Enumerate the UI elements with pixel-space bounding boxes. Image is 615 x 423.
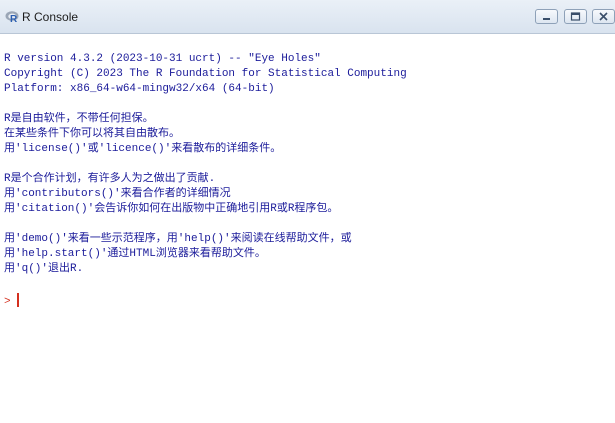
console-output: R version 4.3.2 (2023-10-31 ucrt) -- "Ey…: [4, 52, 609, 277]
banner-copyright-line: Copyright (C) 2023 The R Foundation for …: [4, 68, 407, 80]
maximize-icon: [570, 12, 581, 21]
r-logo-icon: R: [5, 11, 19, 24]
banner-version-line: R version 4.3.2 (2023-10-31 ucrt) -- "Ey…: [4, 53, 321, 65]
help-line: 用'demo()'来看一些示范程序，用'help()'来阅读在线帮助文件，或: [4, 233, 352, 245]
help-line: 用'q()'退出R.: [4, 263, 84, 275]
banner-platform-line: Platform: x86_64-w64-mingw32/x64 (64-bit…: [4, 83, 275, 95]
prompt-symbol: >: [4, 296, 11, 308]
title-bar[interactable]: R R Console: [0, 0, 615, 34]
close-icon: [599, 12, 608, 21]
r-console-window: R R Console R version 4.3.2 (2023-10-31 …: [0, 0, 615, 423]
svg-text:R: R: [10, 14, 18, 24]
license-line: 在某些条件下你可以将其自由散布。: [4, 128, 180, 140]
text-cursor: [16, 293, 19, 307]
contrib-line: R是个合作计划，有许多人为之做出了贡献.: [4, 173, 216, 185]
window-title: R Console: [22, 10, 79, 24]
contrib-line: 用'contributors()'来看合作者的详细情况: [4, 188, 231, 200]
minimize-icon: [543, 18, 550, 20]
contrib-line: 用'citation()'会告诉你如何在出版物中正确地引用R或R程序包。: [4, 203, 339, 215]
command-prompt[interactable]: >: [4, 293, 19, 310]
help-line: 用'help.start()'通过HTML浏览器来看帮助文件。: [4, 248, 266, 260]
close-button[interactable]: [592, 9, 615, 24]
license-line: R是自由软件，不带任何担保。: [4, 113, 154, 125]
minimize-button[interactable]: [535, 9, 558, 24]
maximize-button[interactable]: [564, 9, 587, 24]
console-area[interactable]: R version 4.3.2 (2023-10-31 ucrt) -- "Ey…: [0, 34, 615, 423]
license-line: 用'license()'或'licence()'来看散布的详细条件。: [4, 143, 282, 155]
